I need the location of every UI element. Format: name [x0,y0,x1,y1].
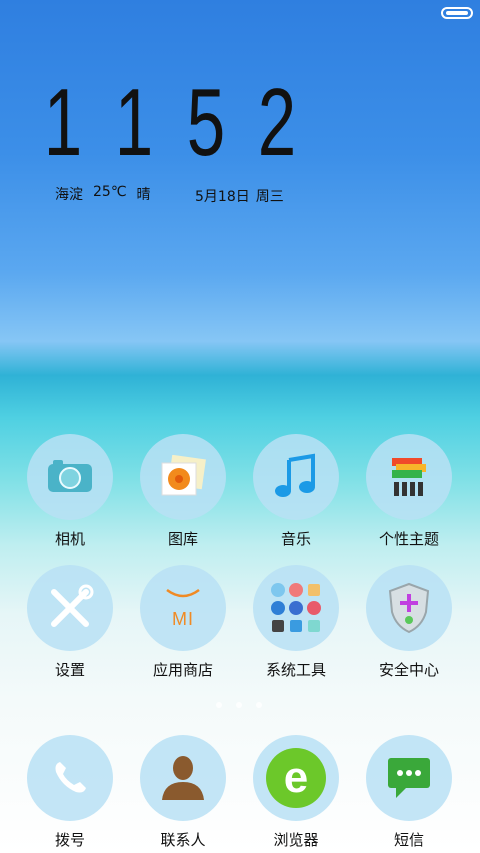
app-label: 系统工具 [265,661,326,679]
security-shield-icon [388,582,430,634]
browser-icon-letter: e [283,753,309,802]
mi-icon-text: MI [172,609,194,629]
app-settings[interactable]: 设置 [15,565,125,680]
app-music[interactable]: 音乐 [241,434,351,549]
app-label: 短信 [393,831,424,849]
theme-icon [392,458,426,496]
browser-icon: e [266,748,326,808]
date-info: 5月18日 周三 [195,186,284,206]
app-label: 联系人 [160,831,206,849]
date-text: 5月18日 [195,189,250,205]
weather-condition: 晴 [136,187,151,203]
app-system-tools-folder[interactable]: 系统工具 [241,565,351,680]
gallery-icon [161,455,206,496]
app-label: 图库 [167,530,198,548]
settings-tools-icon [51,584,94,627]
page-dot[interactable] [236,702,242,708]
mi-store-icon: MI [163,586,203,630]
camera-icon [48,460,92,492]
app-label: 拨号 [54,831,85,849]
app-browser[interactable]: e 浏览器 [241,735,351,850]
app-gallery[interactable]: 图库 [128,434,238,549]
app-label: 个性主题 [378,530,439,548]
messages-icon [388,758,430,798]
smile-curve-icon [166,588,200,598]
clock-widget[interactable]: 1 1 5 2 [30,69,310,176]
clock-digit: 5 [186,69,225,176]
app-camera[interactable]: 相机 [15,434,125,549]
app-messages[interactable]: 短信 [354,735,464,850]
page-dot[interactable] [216,702,222,708]
clock-digit: 1 [115,69,154,176]
app-label: 安全中心 [378,661,439,679]
weather-city: 海淀 [55,187,83,203]
battery-indicator-icon [441,7,473,19]
clock-digit: 1 [43,69,83,176]
app-security[interactable]: 安全中心 [354,565,464,680]
app-label: 相机 [54,530,85,548]
page-dot[interactable] [256,702,262,708]
app-label: 应用商店 [152,661,213,679]
app-phone[interactable]: 拨号 [15,735,125,850]
app-label: 浏览器 [273,831,319,849]
music-note-icon [275,453,315,497]
app-label: 音乐 [280,530,311,548]
weather-info[interactable]: 海淀 25℃ 晴 [55,184,151,204]
weekday-text: 周三 [255,189,284,205]
app-theme[interactable]: 个性主题 [354,434,464,549]
system-tools-folder-icon [271,583,321,632]
clock-digit: 2 [257,69,297,176]
app-label: 设置 [54,661,85,679]
app-store[interactable]: MI 应用商店 [128,565,238,680]
weather-temp: 25℃ [93,184,127,200]
app-contacts[interactable]: 联系人 [128,735,238,850]
contacts-icon [162,756,204,800]
phone-icon [55,762,86,793]
page-indicator[interactable] [216,702,262,708]
